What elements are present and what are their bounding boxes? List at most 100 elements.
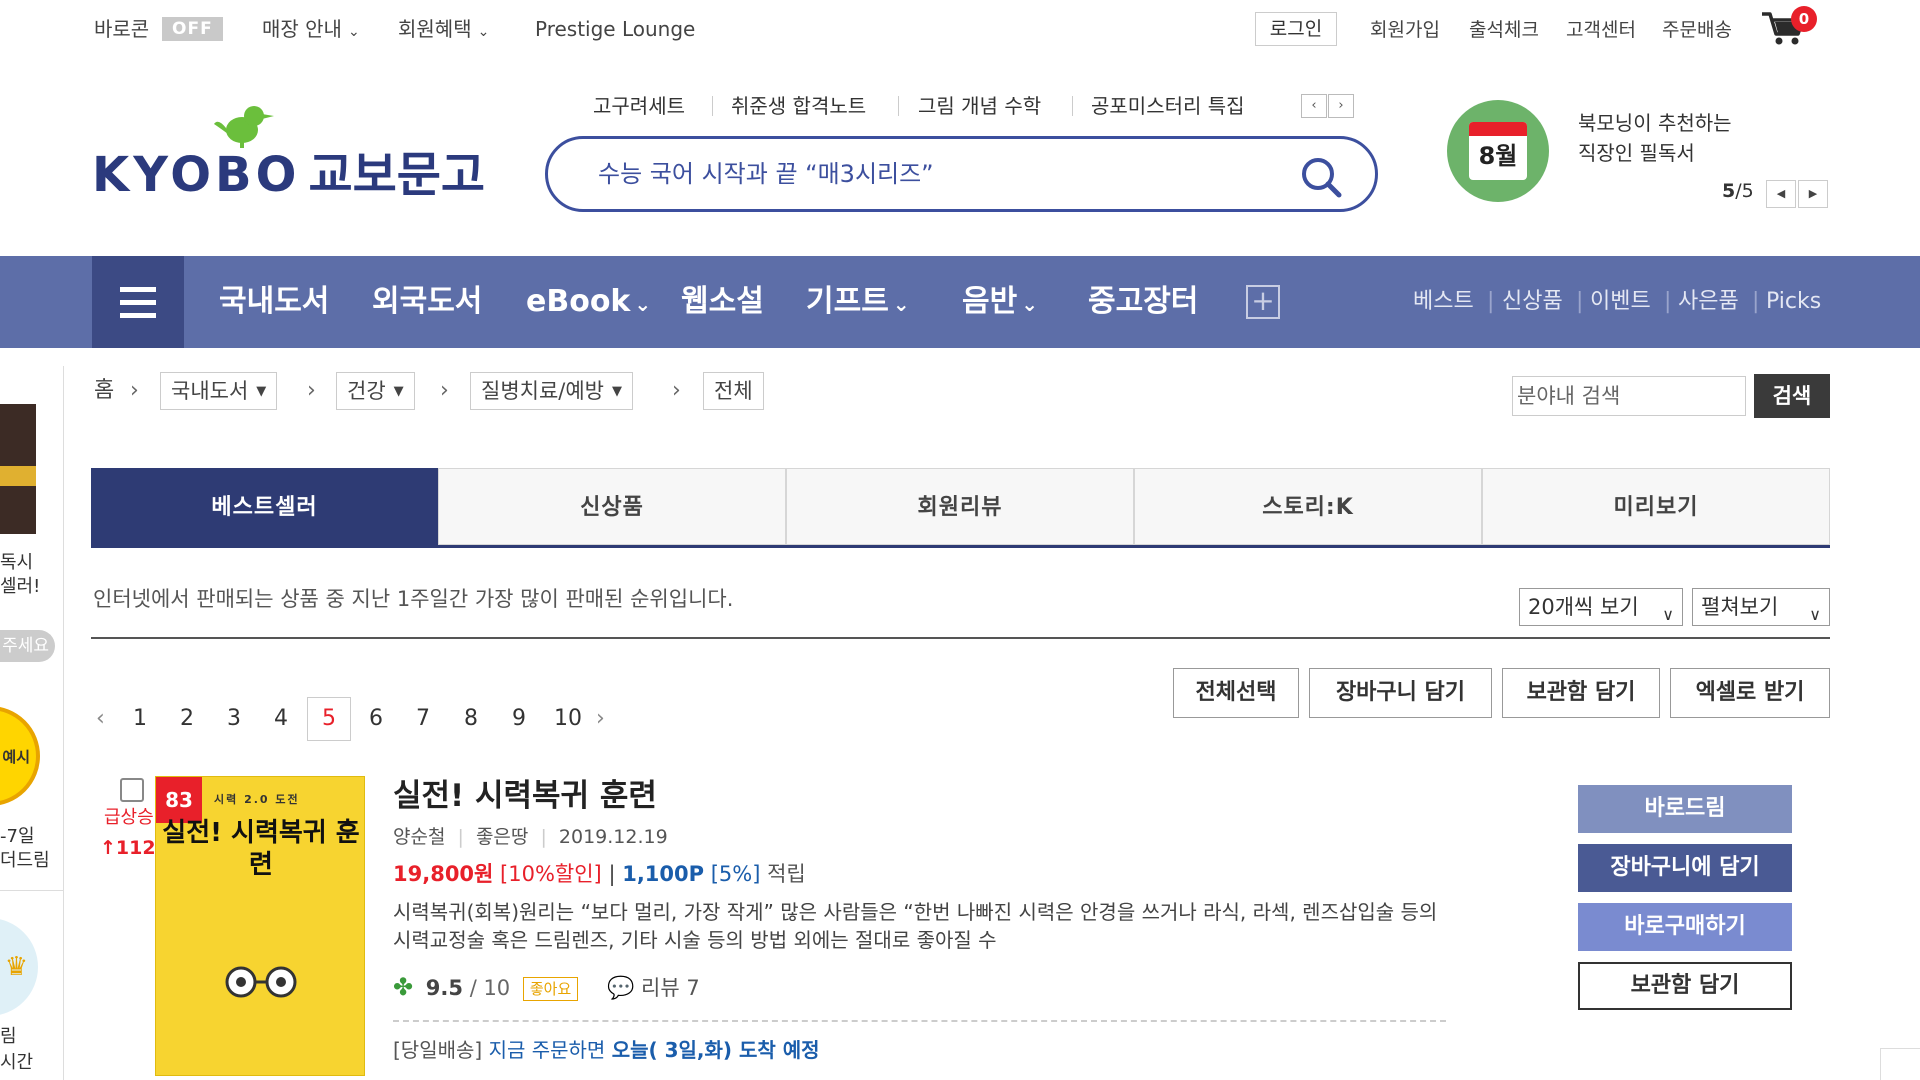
keyword-divider [898, 96, 899, 116]
side-book-thumbnail[interactable] [0, 404, 36, 534]
breadcrumb-home[interactable]: 홈 [94, 374, 114, 408]
logo-bird-icon [212, 102, 276, 148]
tab-new-products[interactable]: 신상품 [438, 468, 786, 545]
kyobo-logo[interactable]: KYOBO 교보문고 [92, 150, 485, 200]
page-4[interactable]: 4 [265, 700, 297, 738]
member-benefit-menu[interactable]: 회원혜택 ⌄ [398, 14, 489, 44]
nav-ebook[interactable]: eBook ⌄ [526, 256, 651, 348]
store-guide-menu[interactable]: 매장 안내 ⌄ [262, 14, 360, 44]
page-prev-icon[interactable]: ‹ [96, 702, 105, 736]
product-checkbox[interactable] [120, 778, 144, 802]
promo-line1: 북모닝이 추천하는 [1578, 111, 1732, 135]
main-search-input[interactable] [598, 153, 1248, 195]
nav-event[interactable]: 이벤트 [1590, 256, 1651, 348]
category-search-input[interactable] [1512, 376, 1746, 416]
search-icon[interactable] [1299, 155, 1343, 199]
tab-member-reviews[interactable]: 회원리뷰 [786, 468, 1134, 545]
prestige-lounge-link[interactable]: Prestige Lounge [535, 14, 695, 44]
keyword-4[interactable]: 공포미스터리 특집 [1091, 92, 1245, 120]
rating-badge: 좋아요 [522, 977, 579, 1001]
page-8[interactable]: 8 [455, 700, 487, 738]
promo-current: 5 [1722, 180, 1736, 202]
keyword-prev-button[interactable]: ‹ [1301, 94, 1327, 118]
tab-bestseller[interactable]: 베스트셀러 [91, 468, 438, 545]
view-count-value: 20개씩 보기 [1528, 595, 1639, 619]
page-next-icon[interactable]: › [596, 702, 605, 736]
page-1[interactable]: 1 [124, 700, 156, 738]
nav-more-plus-icon[interactable]: + [1246, 285, 1280, 319]
keyword-next-button[interactable]: › [1328, 94, 1354, 118]
review-label[interactable]: 리뷰 [641, 976, 680, 1000]
save-item-button[interactable]: 보관함 담기 [1578, 962, 1792, 1010]
keyword-3[interactable]: 그림 개념 수학 [918, 92, 1041, 120]
page-5-current[interactable]: 5 [307, 697, 351, 741]
chevron-down-icon: ⌄ [892, 292, 910, 316]
book-cover[interactable]: 83 시력 2.0 도전 실전! 시력복귀 훈련 [155, 776, 365, 1076]
keyword-1[interactable]: 고구려세트 [593, 92, 685, 120]
attendance-link[interactable]: 출석체크 [1469, 16, 1539, 44]
login-button[interactable]: 로그인 [1255, 12, 1337, 46]
page-7[interactable]: 7 [407, 700, 439, 738]
product-rating-line: ✤ 9.5 / 10 좋아요 💬 리뷰 7 [393, 970, 700, 1006]
side-button[interactable]: 주세요 [0, 630, 55, 662]
baro-dream-button[interactable]: 바로드림 [1578, 785, 1792, 833]
cart-count-badge: 0 [1791, 6, 1817, 32]
ranking-description: 인터넷에서 판매되는 상품 중 지난 1주일간 가장 많이 판매된 순위입니다. [93, 587, 734, 611]
nav-music[interactable]: 음반 ⌄ [962, 256, 1038, 348]
add-to-cart-button[interactable]: 장바구니 담기 [1309, 668, 1492, 718]
buy-now-button[interactable]: 바로구매하기 [1578, 903, 1792, 951]
add-to-wishlist-button[interactable]: 보관함 담기 [1502, 668, 1660, 718]
breadcrumb-disease-dropdown[interactable]: 질병치료/예방 ▼ [470, 372, 633, 410]
review-count[interactable]: 7 [686, 976, 699, 1000]
page: 바로콘 OFF 매장 안내 ⌄ 회원혜택 ⌄ Prestige Lounge 로그인… [0, 0, 1920, 1080]
add-cart-item-button[interactable]: 장바구니에 담기 [1578, 844, 1792, 892]
main-search-box [545, 136, 1378, 212]
promo-next-button[interactable]: ▶ [1798, 180, 1828, 208]
nav-best[interactable]: 베스트 [1413, 256, 1474, 348]
page-9[interactable]: 9 [503, 700, 535, 738]
product-publisher[interactable]: 좋은땅 [476, 826, 528, 848]
nav-new[interactable]: 신상품 [1502, 256, 1563, 348]
nav-used-market[interactable]: 중고장터 [1088, 256, 1198, 348]
keyword-divider [1072, 96, 1073, 116]
nav-divider: | [1487, 289, 1495, 314]
breadcrumb-health-dropdown[interactable]: 건강 ▼ [336, 372, 415, 410]
nav-foreign-books[interactable]: 외국도서 [372, 256, 482, 348]
promo-text[interactable]: 북모닝이 추천하는 직장인 필독서 [1578, 108, 1732, 168]
chevron-right-icon: › [130, 378, 139, 403]
promo-prev-button[interactable]: ◀ [1766, 180, 1796, 208]
nav-picks[interactable]: Picks [1766, 256, 1821, 348]
nav-domestic-books[interactable]: 국내도서 [219, 256, 329, 348]
customer-center-link[interactable]: 고객센터 [1566, 16, 1636, 44]
select-all-button[interactable]: 전체선택 [1173, 668, 1299, 718]
keyword-2[interactable]: 취준생 합격노트 [731, 92, 866, 120]
page-6[interactable]: 6 [360, 700, 392, 738]
export-excel-button[interactable]: 엑셀로 받기 [1670, 668, 1830, 718]
nav-gift[interactable]: 기프트 ⌄ [806, 256, 910, 348]
page-10[interactable]: 10 [550, 700, 586, 738]
order-delivery-link[interactable]: 주문배송 [1662, 16, 1732, 44]
chevron-down-icon: ∨ [1809, 605, 1821, 624]
view-count-select[interactable]: 20개씩 보기 ∨ [1519, 588, 1683, 626]
product-title[interactable]: 실전! 시력복귀 훈련 [393, 776, 657, 816]
category-search-button[interactable]: 검색 [1754, 374, 1830, 418]
nav-web-novel[interactable]: 웹소설 [681, 256, 764, 348]
product-author[interactable]: 양순철 [393, 826, 445, 848]
tab-story-k[interactable]: 스토리:K [1134, 468, 1482, 545]
cover-title: 실전! 시력복귀 훈련 [162, 818, 360, 880]
chevron-down-icon: ⌄ [347, 24, 360, 40]
page-3[interactable]: 3 [218, 700, 250, 738]
view-mode-select[interactable]: 펼쳐보기 ∨ [1692, 588, 1830, 626]
list-tabs: 베스트셀러 신상품 회원리뷰 스토리:K 미리보기 [91, 468, 1830, 548]
breadcrumb-domestic-dropdown[interactable]: 국내도서 ▼ [160, 372, 278, 410]
clover-icon: ✤ [393, 973, 414, 1001]
tab-preview[interactable]: 미리보기 [1482, 468, 1830, 545]
breadcrumb-current[interactable]: 전체 [703, 372, 764, 410]
page-2[interactable]: 2 [171, 700, 203, 738]
baroreturn-link[interactable]: 바로콘 [94, 14, 149, 44]
nav-gifts[interactable]: 사은품 [1678, 256, 1739, 348]
hamburger-menu-icon[interactable] [92, 256, 184, 348]
signup-link[interactable]: 회원가입 [1370, 16, 1440, 44]
promo-calendar-banner[interactable]: 8월 [1447, 100, 1549, 202]
trend-label: 급상승 [104, 807, 154, 828]
